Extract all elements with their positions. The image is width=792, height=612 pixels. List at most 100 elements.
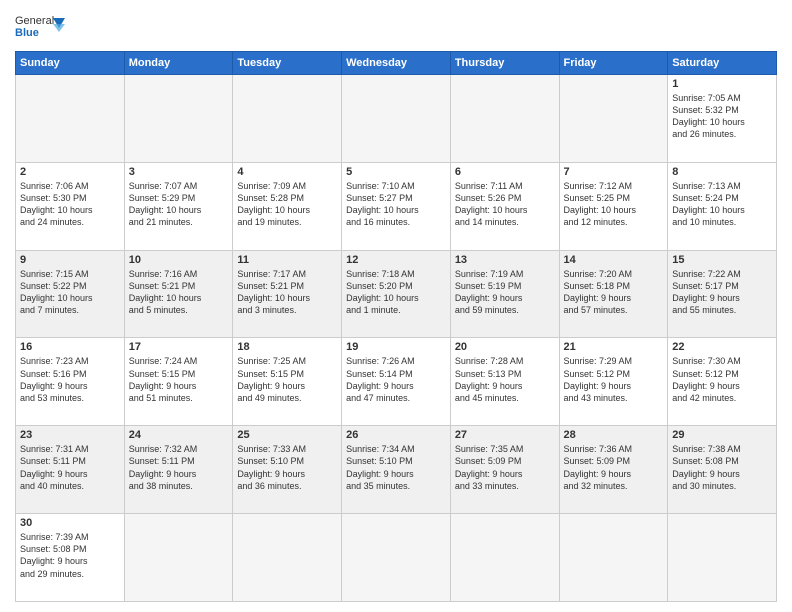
- day-number: 10: [129, 254, 229, 266]
- weekday-thursday: Thursday: [450, 52, 559, 75]
- day-number: 17: [129, 341, 229, 353]
- calendar-day-cell: [233, 514, 342, 602]
- day-number: 7: [564, 166, 664, 178]
- calendar-day-cell: [559, 514, 668, 602]
- day-number: 8: [672, 166, 772, 178]
- calendar-day-cell: 22Sunrise: 7:30 AM Sunset: 5:12 PM Dayli…: [668, 338, 777, 426]
- calendar-day-cell: 15 Sunrise: 7:22 AM Sunset: 5:17 PM Dayli…: [668, 250, 777, 338]
- calendar-day-cell: 6 Sunrise: 7:11 AM Sunset: 5:26 PM Daylig…: [450, 162, 559, 250]
- weekday-header-row: SundayMondayTuesdayWednesdayThursdayFrid…: [16, 52, 777, 75]
- day-number: 9: [20, 254, 120, 266]
- svg-text:Blue: Blue: [15, 27, 39, 39]
- day-number: 1: [672, 78, 772, 90]
- calendar-day-cell: 9 Sunrise: 7:15 AM Sunset: 5:22 PM Daylig…: [16, 250, 125, 338]
- calendar-day-cell: 18 Sunrise: 7:25 AM Sunset: 5:15 PM Dayli…: [233, 338, 342, 426]
- calendar-day-cell: 12Sunrise: 7:18 AM Sunset: 5:20 PM Dayli…: [342, 250, 451, 338]
- calendar-day-cell: 4 Sunrise: 7:09 AM Sunset: 5:28 PM Daylig…: [233, 162, 342, 250]
- day-info: Sunrise: 7:28 AM Sunset: 5:13 PM Dayligh…: [455, 355, 555, 404]
- calendar-day-cell: [450, 75, 559, 163]
- day-info: Sunrise: 7:34 AM Sunset: 5:10 PM Dayligh…: [346, 443, 446, 492]
- day-info: Sunrise: 7:26 AM Sunset: 5:14 PM Dayligh…: [346, 355, 446, 404]
- calendar-day-cell: 8 Sunrise: 7:13 AM Sunset: 5:24 PM Daylig…: [668, 162, 777, 250]
- day-info: Sunrise: 7:35 AM Sunset: 5:09 PM Dayligh…: [455, 443, 555, 492]
- day-number: 4: [237, 166, 337, 178]
- calendar-day-cell: [16, 75, 125, 163]
- day-info: Sunrise: 7:18 AM Sunset: 5:20 PM Dayligh…: [346, 268, 446, 317]
- day-number: 2: [20, 166, 120, 178]
- calendar-day-cell: [342, 75, 451, 163]
- calendar-day-cell: 2 Sunrise: 7:06 AM Sunset: 5:30 PM Daylig…: [16, 162, 125, 250]
- day-info: Sunrise: 7:13 AM Sunset: 5:24 PM Dayligh…: [672, 180, 772, 229]
- calendar-day-cell: 25Sunrise: 7:33 AM Sunset: 5:10 PM Dayli…: [233, 426, 342, 514]
- calendar-day-cell: 26Sunrise: 7:34 AM Sunset: 5:10 PM Dayli…: [342, 426, 451, 514]
- day-number: 28: [564, 429, 664, 441]
- day-number: 14: [564, 254, 664, 266]
- day-number: 23: [20, 429, 120, 441]
- day-number: 22: [672, 341, 772, 353]
- weekday-sunday: Sunday: [16, 52, 125, 75]
- calendar-day-cell: 29Sunrise: 7:38 AM Sunset: 5:08 PM Dayli…: [668, 426, 777, 514]
- calendar-day-cell: 10 Sunrise: 7:16 AM Sunset: 5:21 PM Dayli…: [124, 250, 233, 338]
- day-info: Sunrise: 7:15 AM Sunset: 5:22 PM Dayligh…: [20, 268, 120, 317]
- calendar-day-cell: 14 Sunrise: 7:20 AM Sunset: 5:18 PM Dayli…: [559, 250, 668, 338]
- calendar-day-cell: [124, 514, 233, 602]
- day-info: Sunrise: 7:11 AM Sunset: 5:26 PM Dayligh…: [455, 180, 555, 229]
- day-info: Sunrise: 7:09 AM Sunset: 5:28 PM Dayligh…: [237, 180, 337, 229]
- day-info: Sunrise: 7:12 AM Sunset: 5:25 PM Dayligh…: [564, 180, 664, 229]
- svg-text:General: General: [15, 15, 54, 27]
- weekday-friday: Friday: [559, 52, 668, 75]
- weekday-monday: Monday: [124, 52, 233, 75]
- calendar-day-cell: 17 Sunrise: 7:24 AM Sunset: 5:15 PM Dayli…: [124, 338, 233, 426]
- day-info: Sunrise: 7:33 AM Sunset: 5:10 PM Dayligh…: [237, 443, 337, 492]
- calendar-week-row: 1 Sunrise: 7:05 AM Sunset: 5:32 PM Daylig…: [16, 75, 777, 163]
- day-info: Sunrise: 7:20 AM Sunset: 5:18 PM Dayligh…: [564, 268, 664, 317]
- day-number: 30: [20, 517, 120, 529]
- day-number: 11: [237, 254, 337, 266]
- calendar-day-cell: [559, 75, 668, 163]
- day-number: 13: [455, 254, 555, 266]
- calendar-day-cell: 24 Sunrise: 7:32 AM Sunset: 5:11 PM Dayli…: [124, 426, 233, 514]
- calendar-day-cell: 28Sunrise: 7:36 AM Sunset: 5:09 PM Dayli…: [559, 426, 668, 514]
- calendar-day-cell: [233, 75, 342, 163]
- day-info: Sunrise: 7:22 AM Sunset: 5:17 PM Dayligh…: [672, 268, 772, 317]
- day-number: 27: [455, 429, 555, 441]
- day-number: 3: [129, 166, 229, 178]
- calendar-day-cell: [668, 514, 777, 602]
- calendar-week-row: 30Sunrise: 7:39 AM Sunset: 5:08 PM Dayli…: [16, 514, 777, 602]
- day-info: Sunrise: 7:05 AM Sunset: 5:32 PM Dayligh…: [672, 92, 772, 141]
- page: General Blue SundayMondayTuesdayWednesda…: [0, 0, 792, 612]
- weekday-saturday: Saturday: [668, 52, 777, 75]
- calendar-day-cell: 11 Sunrise: 7:17 AM Sunset: 5:21 PM Dayli…: [233, 250, 342, 338]
- day-info: Sunrise: 7:32 AM Sunset: 5:11 PM Dayligh…: [129, 443, 229, 492]
- calendar-week-row: 9 Sunrise: 7:15 AM Sunset: 5:22 PM Daylig…: [16, 250, 777, 338]
- logo: General Blue: [15, 10, 65, 45]
- calendar-week-row: 2 Sunrise: 7:06 AM Sunset: 5:30 PM Daylig…: [16, 162, 777, 250]
- day-info: Sunrise: 7:10 AM Sunset: 5:27 PM Dayligh…: [346, 180, 446, 229]
- calendar-week-row: 23 Sunrise: 7:31 AM Sunset: 5:11 PM Dayli…: [16, 426, 777, 514]
- day-number: 15: [672, 254, 772, 266]
- day-number: 29: [672, 429, 772, 441]
- day-info: Sunrise: 7:24 AM Sunset: 5:15 PM Dayligh…: [129, 355, 229, 404]
- day-number: 18: [237, 341, 337, 353]
- day-number: 6: [455, 166, 555, 178]
- calendar-day-cell: 1 Sunrise: 7:05 AM Sunset: 5:32 PM Daylig…: [668, 75, 777, 163]
- calendar-day-cell: 21Sunrise: 7:29 AM Sunset: 5:12 PM Dayli…: [559, 338, 668, 426]
- day-info: Sunrise: 7:06 AM Sunset: 5:30 PM Dayligh…: [20, 180, 120, 229]
- day-number: 16: [20, 341, 120, 353]
- day-number: 24: [129, 429, 229, 441]
- logo-icon: General Blue: [15, 10, 65, 45]
- day-info: Sunrise: 7:31 AM Sunset: 5:11 PM Dayligh…: [20, 443, 120, 492]
- day-number: 20: [455, 341, 555, 353]
- calendar-day-cell: 7 Sunrise: 7:12 AM Sunset: 5:25 PM Daylig…: [559, 162, 668, 250]
- calendar-day-cell: 16Sunrise: 7:23 AM Sunset: 5:16 PM Dayli…: [16, 338, 125, 426]
- calendar-day-cell: 19Sunrise: 7:26 AM Sunset: 5:14 PM Dayli…: [342, 338, 451, 426]
- day-info: Sunrise: 7:17 AM Sunset: 5:21 PM Dayligh…: [237, 268, 337, 317]
- day-info: Sunrise: 7:16 AM Sunset: 5:21 PM Dayligh…: [129, 268, 229, 317]
- day-info: Sunrise: 7:19 AM Sunset: 5:19 PM Dayligh…: [455, 268, 555, 317]
- calendar-day-cell: [124, 75, 233, 163]
- calendar-day-cell: 23 Sunrise: 7:31 AM Sunset: 5:11 PM Dayli…: [16, 426, 125, 514]
- day-info: Sunrise: 7:25 AM Sunset: 5:15 PM Dayligh…: [237, 355, 337, 404]
- calendar-table: SundayMondayTuesdayWednesdayThursdayFrid…: [15, 51, 777, 602]
- day-number: 21: [564, 341, 664, 353]
- day-info: Sunrise: 7:07 AM Sunset: 5:29 PM Dayligh…: [129, 180, 229, 229]
